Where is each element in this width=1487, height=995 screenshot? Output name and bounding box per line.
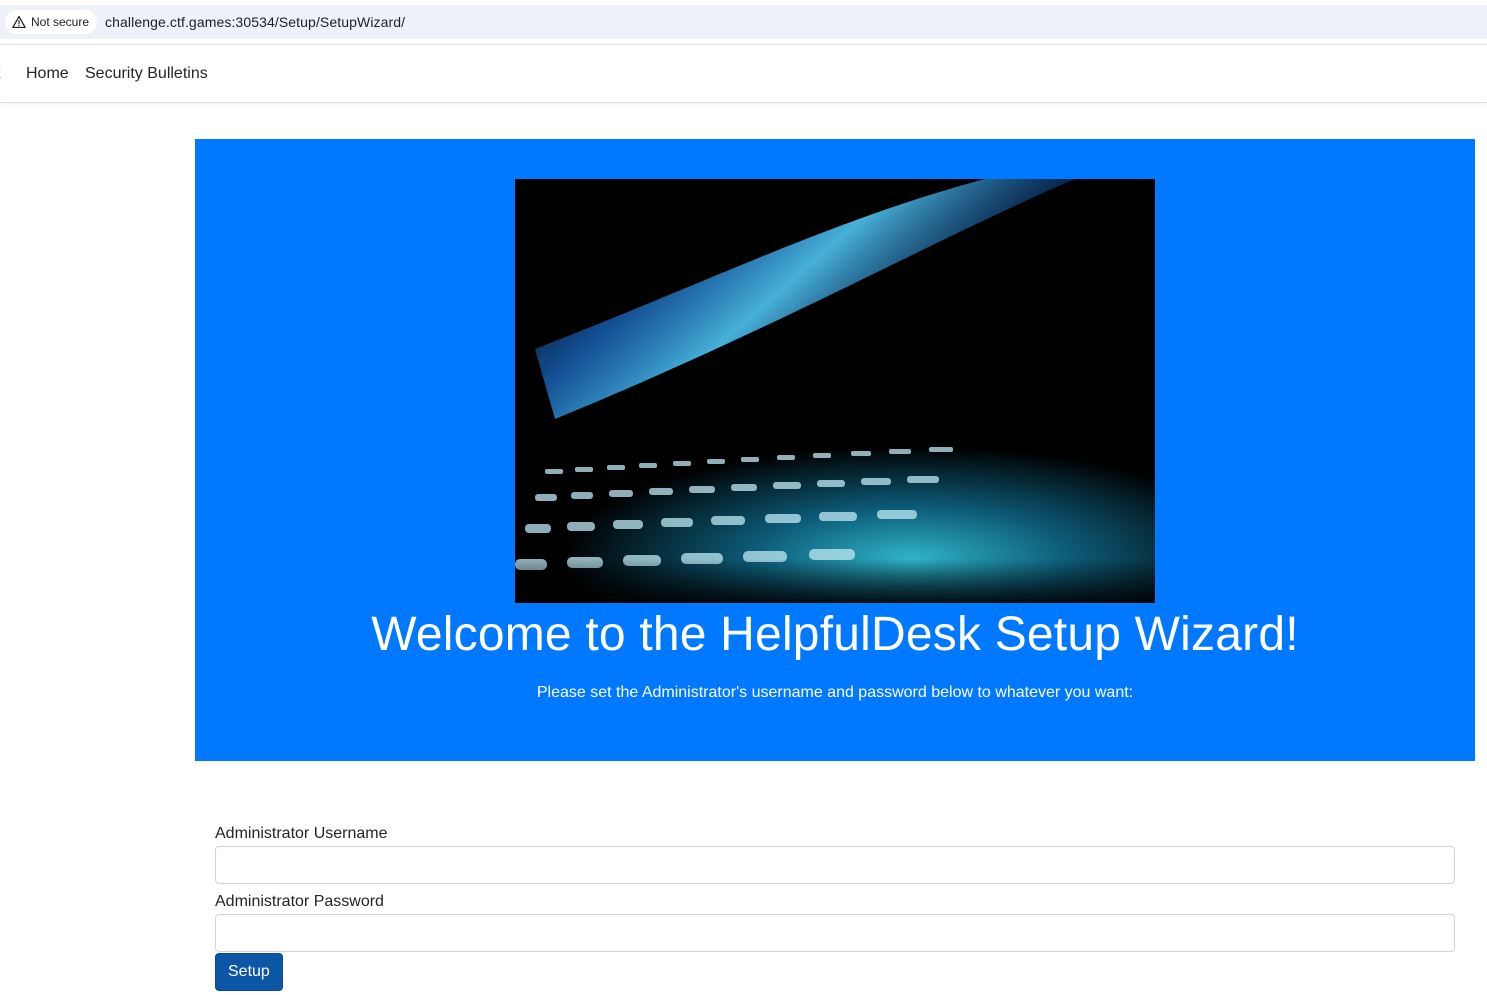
welcome-jumbotron: Welcome to the HelpfulDesk Setup Wizard!… [195, 139, 1475, 761]
setup-instructions: Please set the Administrator's username … [536, 684, 1134, 701]
setup-form: Administrator Username Administrator Pas… [215, 822, 1455, 991]
password-label: Administrator Password [215, 893, 384, 910]
setup-button[interactable]: Setup [215, 953, 283, 991]
password-input[interactable] [215, 914, 1455, 952]
nav-link-security-bulletins[interactable]: Security Bulletins [85, 65, 208, 83]
url-text[interactable]: challenge.ctf.games:30534/Setup/SetupWiz… [105, 14, 405, 30]
security-label: Not secure [31, 15, 90, 29]
site-navbar: t Home Security Bulletins [0, 45, 1487, 103]
page-title: Welcome to the HelpfulDesk Setup Wizard! [371, 608, 1299, 661]
username-input[interactable] [215, 846, 1455, 884]
username-label: Administrator Username [215, 825, 388, 842]
nav-link-home[interactable]: Home [26, 65, 69, 83]
laptop-keyboard-image [515, 179, 1155, 603]
warning-triangle-icon [12, 15, 26, 29]
browser-address-bar[interactable]: Not secure challenge.ctf.games:30534/Set… [0, 5, 1487, 39]
site-security-indicator[interactable]: Not secure [5, 10, 98, 34]
